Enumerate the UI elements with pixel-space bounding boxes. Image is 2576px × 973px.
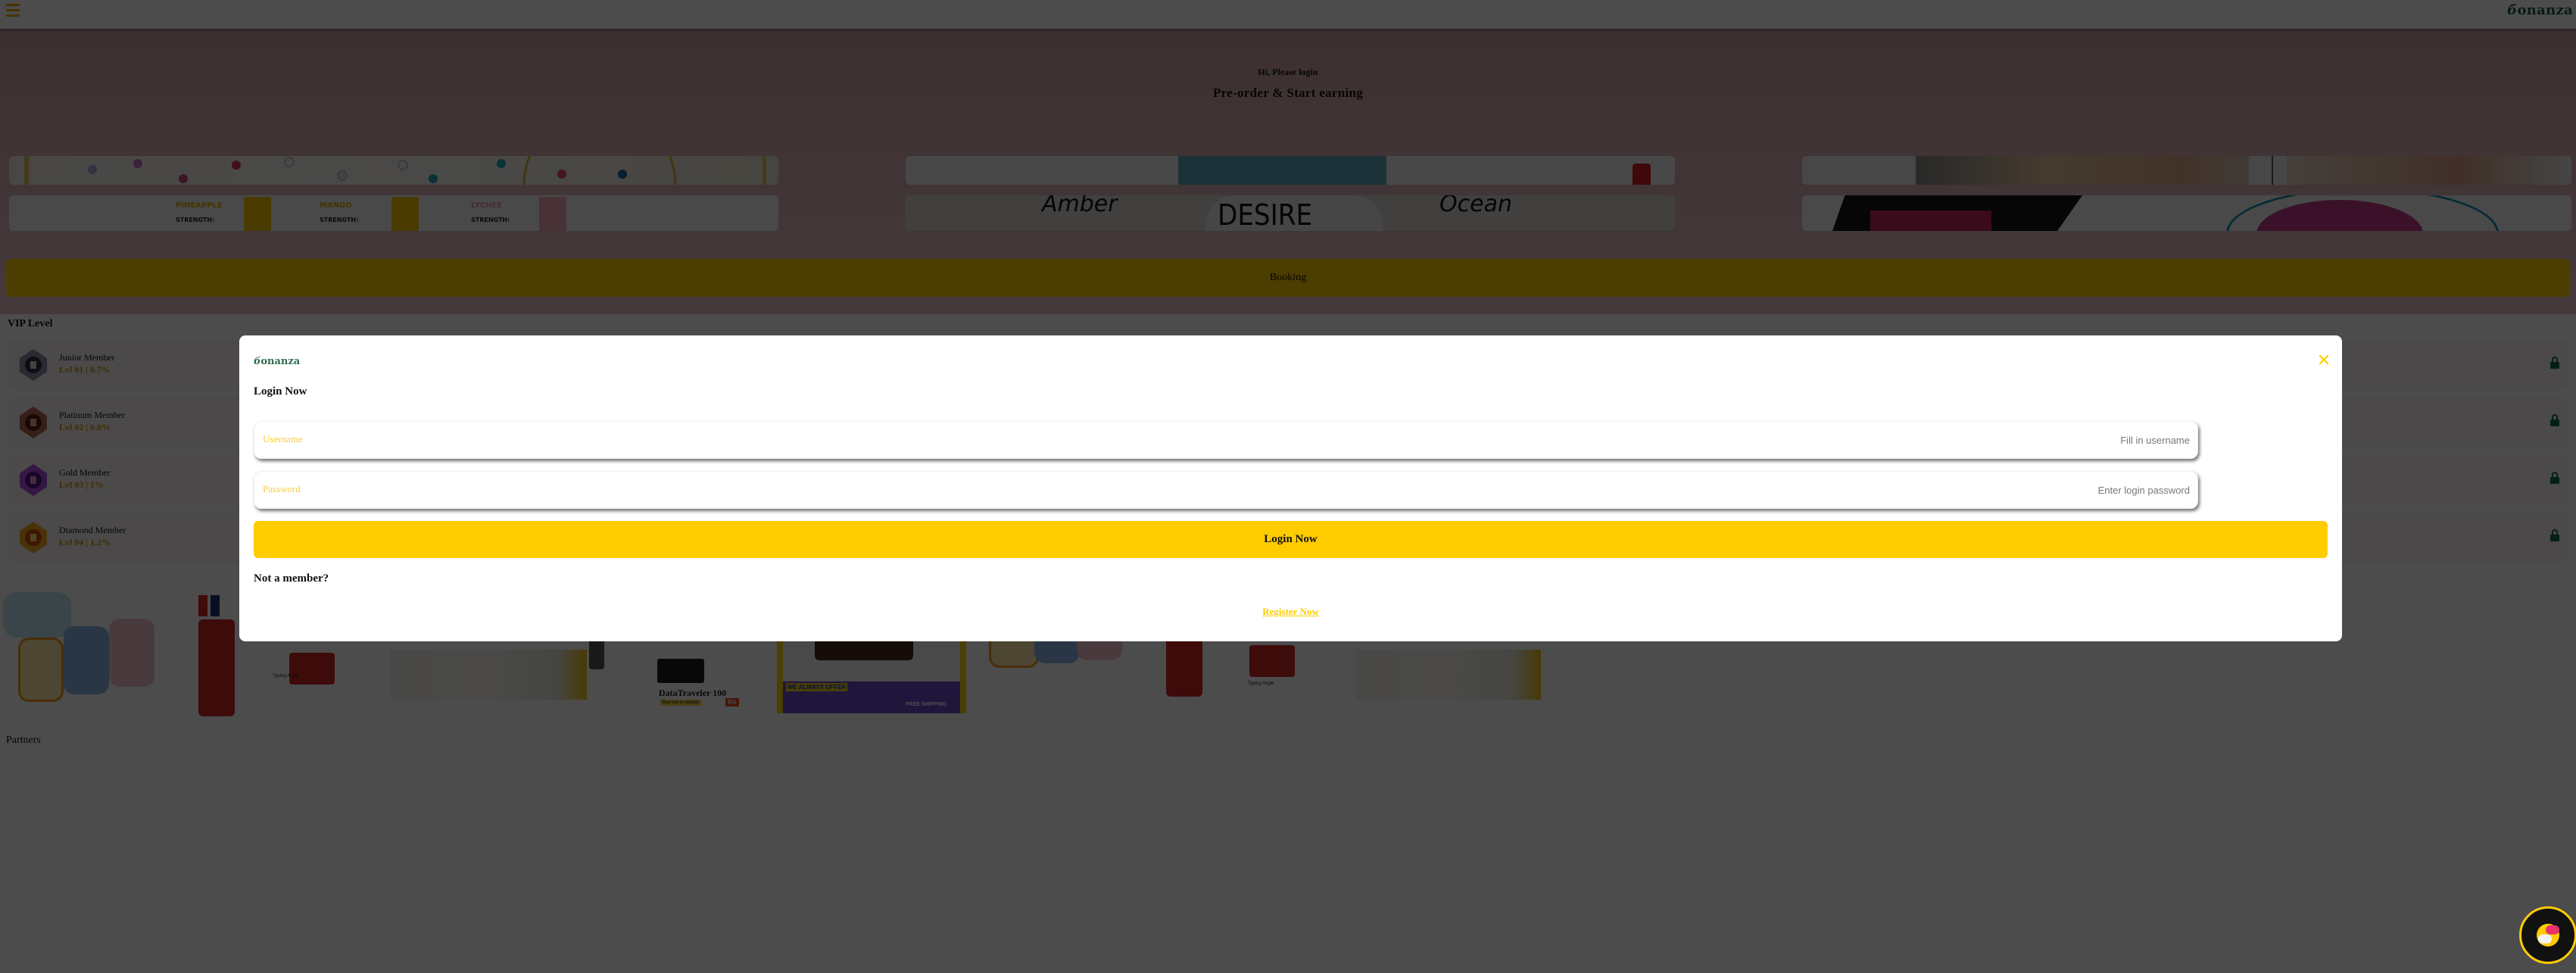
password-input[interactable]: [330, 479, 2190, 501]
password-label: Password: [263, 483, 301, 494]
close-icon[interactable]: [2316, 352, 2331, 367]
username-input[interactable]: [330, 429, 2190, 451]
chat-bubble: [2538, 934, 2552, 943]
password-field: Password: [254, 471, 2198, 509]
not-member-text: Not a member?: [254, 572, 329, 585]
login-modal: бonanza Login Now Username Password Logi…: [239, 335, 2342, 641]
register-link[interactable]: Register Now: [239, 606, 2342, 618]
brand-logo-text: onanza: [260, 356, 301, 367]
chat-bubble: [2546, 925, 2559, 934]
username-label: Username: [263, 433, 303, 444]
login-submit-button[interactable]: Login Now: [254, 521, 2328, 558]
modal-brand-logo: бonanza: [254, 356, 300, 367]
chat-bubbles-icon: [2537, 924, 2559, 946]
modal-title: Login Now: [254, 385, 307, 398]
username-field: Username: [254, 421, 2198, 459]
brand-logo-mark: б: [254, 356, 261, 367]
chat-button[interactable]: [2519, 906, 2576, 964]
